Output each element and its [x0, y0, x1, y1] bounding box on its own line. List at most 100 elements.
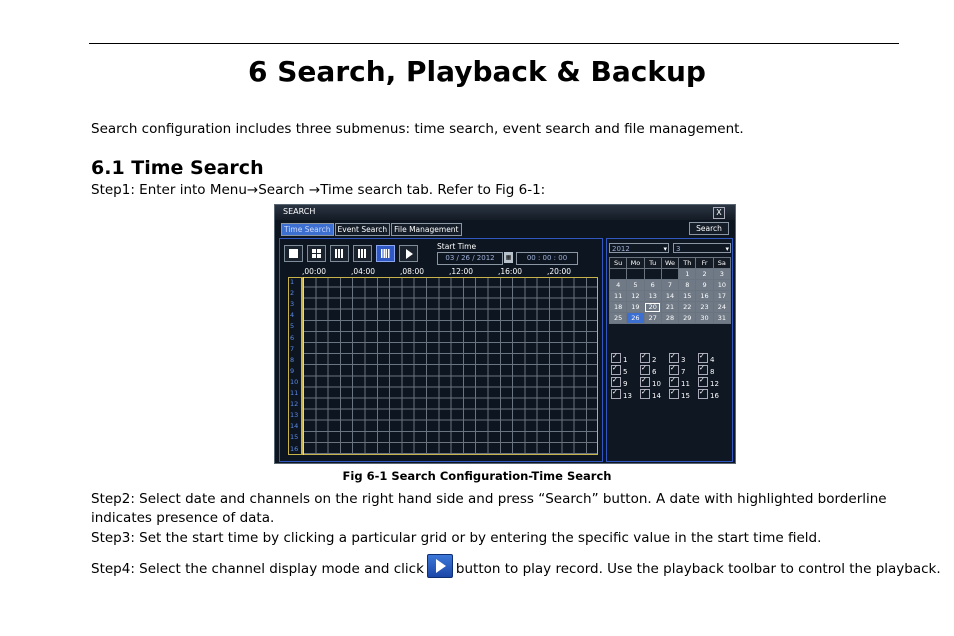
play-icon[interactable] [399, 245, 418, 262]
channel-checkbox-label: 11 [681, 380, 690, 388]
quad-view-icon[interactable] [307, 245, 326, 262]
step4-text-end: button to play record. Use the playback … [455, 561, 941, 577]
play-button-icon [426, 554, 453, 578]
calendar-day[interactable]: 5 [626, 279, 645, 291]
hour-label: ,08:00 [400, 267, 424, 276]
calendar-day[interactable]: 7 [660, 279, 680, 291]
calendar-day[interactable]: 21 [660, 301, 680, 313]
calendar-empty-cell [643, 268, 662, 280]
tab-event-search[interactable]: Event Search [334, 223, 391, 236]
calendar-day[interactable]: 10 [712, 279, 732, 291]
channel-number: 11 [290, 389, 299, 397]
section-title: 6.1 Time Search [91, 157, 264, 179]
calendar-day[interactable]: 23 [695, 301, 714, 313]
calendar-day[interactable]: 9 [695, 279, 714, 291]
channel-number: 10 [290, 377, 299, 386]
channel-checkbox[interactable]: 14 [640, 388, 661, 401]
calendar-day[interactable]: 30 [695, 312, 714, 324]
calendar-day[interactable]: 16 [695, 290, 714, 302]
weekday-header: Sa [712, 257, 732, 269]
checkmark-icon [698, 376, 708, 387]
channel-checkbox[interactable]: 15 [669, 388, 690, 401]
checkmark-icon [640, 388, 650, 399]
twelve-view-icon[interactable] [353, 245, 372, 262]
start-time-field[interactable]: 00 : 00 : 00 [516, 252, 578, 265]
weekday-header: Th [678, 257, 697, 269]
calendar-day[interactable]: 25 [608, 312, 628, 324]
channel-checkbox-label: 5 [623, 368, 628, 376]
channel-number: 9 [290, 366, 295, 375]
checkmark-icon [640, 376, 650, 387]
channel-checkbox[interactable]: 16 [698, 388, 719, 401]
channel-column: 1 2 3 4 5 6 7 8 9 10 11 12 13 14 15 16 [288, 277, 302, 455]
search-dialog-screenshot: SEARCH X Time Search Event Search File M… [274, 204, 736, 464]
calendar-day[interactable]: 1 [678, 268, 697, 280]
calendar-day[interactable]: 29 [678, 312, 697, 324]
channel-number: 5 [290, 322, 295, 331]
calendar-day[interactable]: 19 [626, 301, 645, 313]
tab-bar: Time Search Event Search File Management [281, 223, 462, 236]
calendar-day[interactable]: 14 [660, 290, 680, 302]
calendar-day[interactable]: 6 [643, 279, 662, 291]
channel-checkbox-label: 13 [623, 392, 632, 400]
weekday-header: Su [608, 257, 628, 269]
calendar-day[interactable]: 2 [695, 268, 714, 280]
tab-file-management[interactable]: File Management [391, 223, 462, 236]
year-select[interactable]: 2012 [609, 243, 669, 254]
channel-checkbox[interactable]: 13 [611, 388, 632, 401]
start-date-field[interactable]: 03 / 26 / 2012 [437, 252, 503, 265]
calendar-icon[interactable]: ▦ [504, 252, 513, 263]
calendar-day[interactable]: 18 [608, 301, 628, 313]
checkmark-icon [611, 364, 621, 375]
sixteen-view-icon[interactable] [376, 245, 395, 262]
header-rule [89, 43, 899, 44]
channel-checkbox-label: 15 [681, 392, 690, 400]
checkmark-icon [669, 388, 679, 399]
calendar-day[interactable]: 26 [626, 312, 645, 324]
weekday-header: We [660, 257, 680, 269]
calendar-day[interactable]: 22 [678, 301, 697, 313]
calendar-day[interactable]: 12 [626, 290, 645, 302]
checkmark-icon [669, 364, 679, 375]
month-select[interactable]: 3 [673, 243, 731, 254]
channel-checkbox-label: 1 [623, 356, 628, 364]
step1-text: Step1: Enter into Menu→Search →Time sear… [91, 182, 546, 198]
time-grid[interactable] [302, 277, 598, 455]
search-button[interactable]: Search [689, 222, 729, 235]
channel-checkbox-label: 3 [681, 356, 686, 364]
single-view-icon[interactable] [284, 245, 303, 262]
calendar-day[interactable]: 17 [712, 290, 732, 302]
close-icon[interactable]: X [713, 207, 725, 219]
checkmark-icon [611, 388, 621, 399]
calendar-day[interactable]: 8 [678, 279, 697, 291]
calendar-empty-cell [660, 268, 680, 280]
figure-caption: Fig 6-1 Search Configuration-Time Search [342, 469, 612, 483]
weekday-header: Mo [626, 257, 645, 269]
step3-text: Step3: Set the start time by clicking a … [91, 530, 822, 546]
channel-number: 15 [290, 433, 299, 442]
nine-view-icon[interactable] [330, 245, 349, 262]
calendar-day[interactable]: 24 [712, 301, 732, 313]
channel-number: 7 [290, 344, 295, 353]
tab-time-search[interactable]: Time Search [281, 223, 334, 236]
calendar-day[interactable]: 3 [712, 268, 732, 280]
channel-number: 16 [290, 444, 299, 453]
checkmark-icon [698, 388, 708, 399]
calendar-day[interactable]: 27 [643, 312, 662, 324]
channel-checkbox-label: 12 [710, 380, 719, 388]
calendar-day[interactable]: 4 [608, 279, 628, 291]
checkmark-icon [640, 352, 650, 363]
calendar-day[interactable]: 13 [643, 290, 662, 302]
calendar-day[interactable]: 31 [712, 312, 732, 324]
calendar-day[interactable]: 11 [608, 290, 628, 302]
time-cursor [303, 277, 304, 455]
checkmark-icon [611, 352, 621, 363]
calendar-empty-cell [608, 268, 628, 280]
channel-checkbox-label: 9 [623, 380, 628, 388]
calendar-day[interactable]: 28 [660, 312, 680, 324]
dialog-title: SEARCH [283, 207, 316, 216]
calendar-day[interactable]: 20 [643, 301, 662, 313]
calendar-grid: Su Mo Tu We Th Fr Sa 1 2 3 4 5 6 7 8 9 10 11 12 13 14 15 16 17 1… [608, 257, 732, 324]
channel-number: 6 [290, 333, 295, 342]
calendar-day[interactable]: 15 [678, 290, 697, 302]
